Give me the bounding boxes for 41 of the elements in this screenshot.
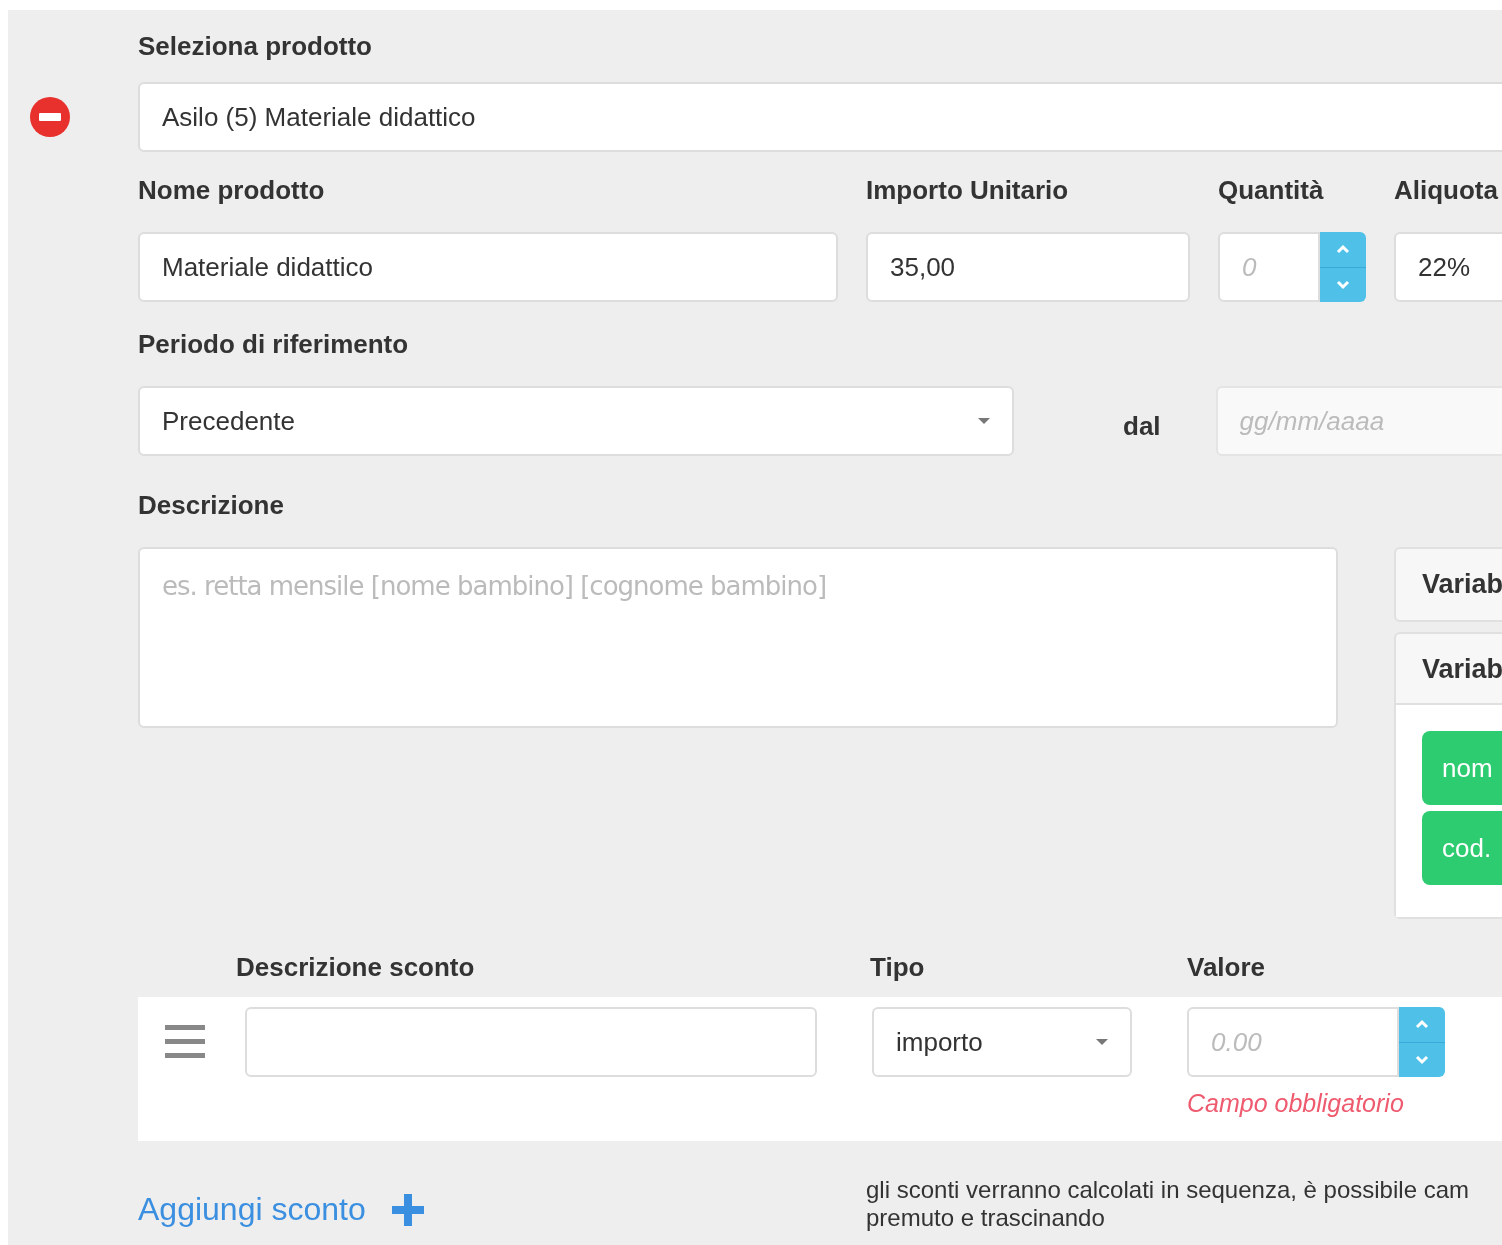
column-header: Tipo [870, 951, 926, 984]
column-header: Valore [1187, 951, 1266, 984]
number-field[interactable]: 0.00 [1187, 1007, 1399, 1077]
drag-handle-icon [165, 1025, 205, 1058]
description-field[interactable]: es. retta mensile [nome bambino] [cognome bambino] [138, 547, 1338, 728]
period-select[interactable]: Precedente [138, 386, 1014, 456]
field-label: Nome prodotto [138, 174, 326, 207]
discount-description-field[interactable] [245, 1007, 817, 1077]
text-field[interactable]: 22% [1394, 232, 1502, 302]
error-message: Campo obbligatorio [1187, 1089, 1405, 1118]
remove-button[interactable] [30, 97, 70, 137]
product-select[interactable]: Asilo (5) Materiale didattico [138, 82, 1502, 152]
caret-icon [978, 418, 990, 424]
text-field[interactable]: 35,00 [866, 232, 1190, 302]
chevron-up-icon [1414, 1017, 1430, 1031]
number-field[interactable]: 0 [1218, 232, 1320, 302]
chevron-up-icon [1335, 242, 1351, 256]
date-field[interactable]: gg/mm/aaaa [1215, 386, 1502, 456]
field-label: Seleziona prodotto [138, 30, 373, 63]
field-label: Quantità [1218, 174, 1325, 207]
select-value: Precedente [162, 405, 295, 437]
field-label: Periodo di riferimento [138, 328, 410, 361]
decrement-button[interactable] [1320, 267, 1366, 302]
field-label: dal [1123, 410, 1161, 442]
field-label: Importo Unitario [866, 174, 1070, 207]
select-value: importo [896, 1026, 983, 1058]
panel-title[interactable]: Variab [1396, 549, 1502, 620]
hint-text: gli sconti verranno calcolati in sequenza, è possibile cam premuto e trascinando [866, 1176, 1470, 1232]
plus-icon [391, 1193, 424, 1226]
column-header: Descrizione sconto [236, 951, 476, 984]
field-label: Descrizione [138, 489, 285, 522]
chevron-down-icon [1414, 1053, 1430, 1067]
increment-button[interactable] [1320, 232, 1366, 268]
type-select[interactable]: importo [872, 1007, 1132, 1077]
chevron-down-icon [1335, 278, 1351, 292]
text-field[interactable]: Materiale didattico [138, 232, 838, 302]
field-label: Aliquota [1394, 174, 1499, 207]
minus-circle-icon [30, 97, 70, 137]
caret-icon [1096, 1039, 1108, 1045]
increment-button[interactable] [1399, 1007, 1445, 1043]
decrement-button[interactable] [1399, 1042, 1445, 1077]
